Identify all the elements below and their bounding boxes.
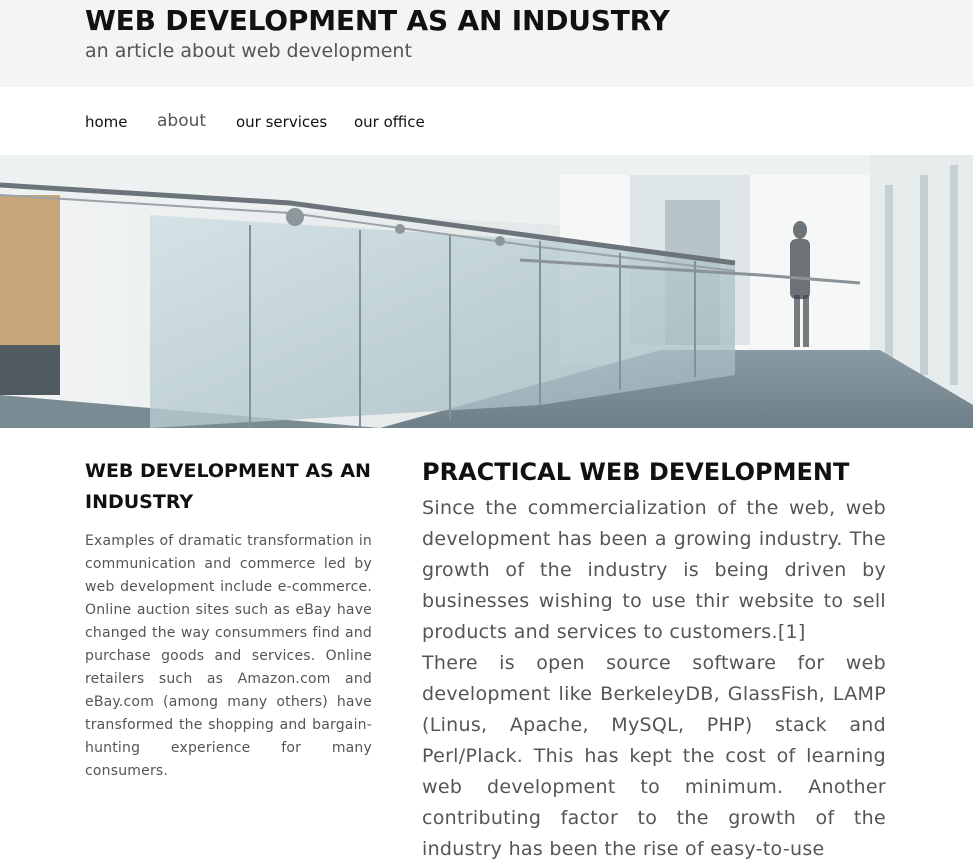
- office-interior-photo-icon: [0, 155, 973, 428]
- nav-item-our-services[interactable]: our services: [236, 113, 327, 131]
- main-content: Since the commercialization of the web, …: [422, 493, 886, 859]
- main-paragraph-2: There is open source software for web de…: [422, 652, 886, 859]
- nav-item-our-office[interactable]: our office: [354, 113, 425, 131]
- banner-image: [0, 155, 973, 428]
- nav-item-about[interactable]: about: [157, 111, 206, 131]
- site-title: WEB DEVELOPMENT AS AN INDUSTRY: [85, 4, 670, 37]
- nav-item-home[interactable]: home: [85, 113, 128, 131]
- sidebar-text: Examples of dramatic transformation in c…: [85, 533, 372, 779]
- sidebar-title: WEB DEVELOPMENT AS AN INDUSTRY: [85, 460, 371, 513]
- site-header: WEB DEVELOPMENT AS AN INDUSTRY an articl…: [0, 0, 973, 87]
- main-nav: home about our services our office: [0, 87, 973, 155]
- main-paragraph-1: Since the commercialization of the web, …: [422, 497, 886, 643]
- main-title: PRACTICAL WEB DEVELOPMENT: [422, 458, 850, 486]
- site-subtitle: an article about web development: [85, 40, 412, 62]
